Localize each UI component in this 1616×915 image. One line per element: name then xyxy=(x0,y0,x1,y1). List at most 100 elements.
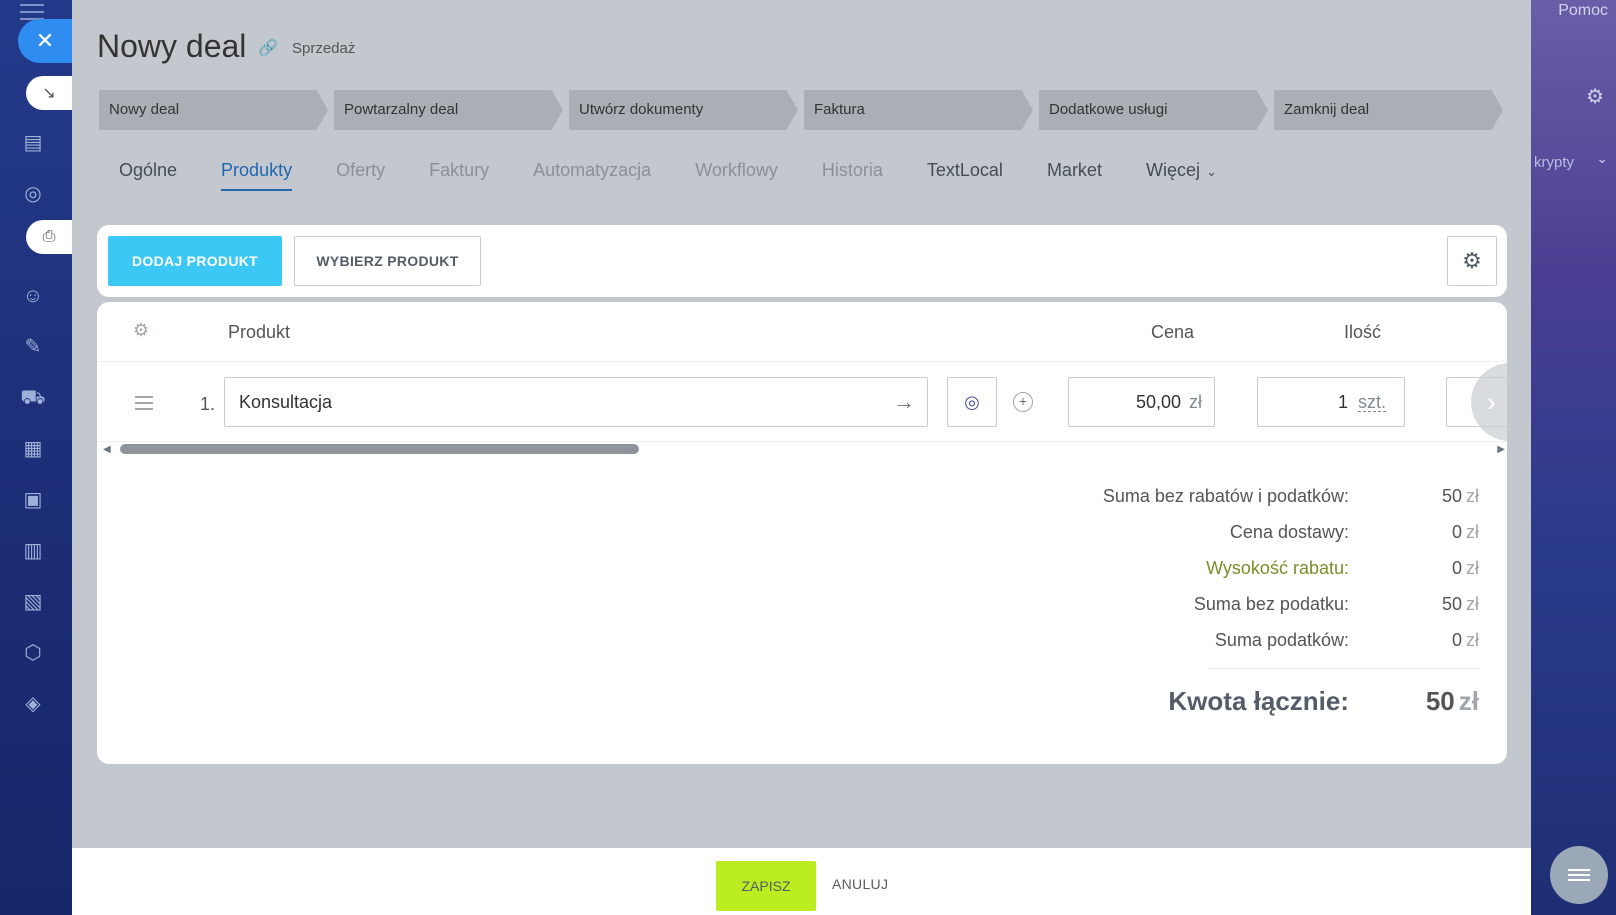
target-icon[interactable]: ◎ xyxy=(20,181,46,207)
subtotal-value: 50 xyxy=(1441,485,1462,506)
chevron-down-icon[interactable]: ⌄ xyxy=(1596,150,1608,167)
stage-new-deal[interactable]: Nowy deal xyxy=(99,90,328,130)
total-label: Kwota łącznie: xyxy=(1168,685,1349,716)
stage-invoice[interactable]: Faktura xyxy=(804,90,1033,130)
currency: zł xyxy=(1466,485,1479,506)
quantity-input[interactable]: 1 szt. xyxy=(1257,377,1405,427)
totals-divider xyxy=(1209,668,1479,669)
columns-settings-icon[interactable]: ⚙ xyxy=(133,320,149,341)
price-value: 50,00 xyxy=(1135,392,1181,412)
without-tax-line: Suma bez podatku: 50 zł xyxy=(1059,586,1479,622)
print-button[interactable]: ⎙ xyxy=(26,220,72,254)
scroll-right-button[interactable]: › xyxy=(1471,362,1507,442)
currency: zł xyxy=(1466,629,1479,650)
robot-icon[interactable]: ☺ xyxy=(20,283,46,309)
stage-create-documents[interactable]: Utwórz dokumenty xyxy=(569,90,798,130)
tab-quotes[interactable]: Oferty xyxy=(336,160,385,191)
add-variant-button[interactable]: + xyxy=(1013,392,1033,412)
unit-selector[interactable]: szt. xyxy=(1357,393,1386,412)
document-icon[interactable]: ▧ xyxy=(20,589,46,615)
tab-workflows[interactable]: Workflowy xyxy=(695,160,778,191)
chevron-down-icon: ⌄ xyxy=(1205,164,1217,179)
product-name-value: Konsultacja xyxy=(239,392,333,412)
choose-product-button[interactable]: WYBIERZ PRODUKT xyxy=(294,236,481,286)
printer-icon: ⎙ xyxy=(42,228,56,245)
scripts-partial-label[interactable]: krypty xyxy=(1534,154,1574,171)
toolbar-settings-button[interactable]: ⚙ xyxy=(1447,236,1497,286)
tab-automation[interactable]: Automatyzacja xyxy=(533,160,651,191)
hexagon-icon[interactable]: ⬡ xyxy=(20,640,46,666)
stage-close-deal[interactable]: Zamknij deal xyxy=(1274,90,1503,130)
tab-general[interactable]: Ogólne xyxy=(119,160,177,191)
arrow-down-right-icon: ↘ xyxy=(42,85,56,102)
deal-slider: Nowy deal 🔗 Sprzedaż Nowy deal Powtarzal… xyxy=(72,0,1531,915)
scroll-left-arrow-icon[interactable]: ◀ xyxy=(103,444,111,455)
tab-more[interactable]: Więcej ⌄ xyxy=(1146,160,1217,191)
discount-label: Wysokość rabatu: xyxy=(1206,557,1349,578)
stage-bar: Nowy deal Powtarzalny deal Utwórz dokume… xyxy=(99,90,1509,130)
tab-more-label: Więcej xyxy=(1145,160,1200,180)
store-icon[interactable]: ▦ xyxy=(20,436,46,462)
price-input[interactable]: 50,00 zł xyxy=(1068,377,1215,427)
total-line: Kwota łącznie: 50 zł xyxy=(1059,679,1479,723)
help-link[interactable]: Pomoc xyxy=(1558,2,1608,20)
box-icon[interactable]: ◈ xyxy=(20,691,46,717)
totals-summary: Suma bez rabatów i podatków: 50 zł Cena d… xyxy=(1059,478,1479,723)
horizontal-scrollbar[interactable]: ◀ ▶ xyxy=(97,442,1507,456)
minimize-slider-button[interactable]: ↘ xyxy=(26,76,72,110)
subtotal-line: Suma bez rabatów i podatków: 50 zł xyxy=(1059,478,1479,514)
delivery-line: Cena dostawy: 0 zł xyxy=(1059,514,1479,550)
tax-line: Suma podatków: 0 zł xyxy=(1059,622,1479,658)
discount-value: 0 xyxy=(1451,557,1462,578)
calendar-icon[interactable]: ▣ xyxy=(20,487,46,513)
settings-icon[interactable]: ⚙ xyxy=(1586,84,1604,109)
close-icon: ✕ xyxy=(35,28,55,53)
cancel-button[interactable]: ANULUJ xyxy=(832,876,888,892)
total-value: 50 xyxy=(1425,685,1455,716)
tab-history[interactable]: Historia xyxy=(822,160,883,191)
menu-icon[interactable] xyxy=(20,4,44,20)
pipeline-label[interactable]: Sprzedaż xyxy=(292,40,355,57)
delivery-label: Cena dostawy: xyxy=(1229,521,1349,542)
close-slider-button[interactable]: ✕ xyxy=(18,19,72,63)
cards-icon[interactable]: ▤ xyxy=(20,130,46,156)
chat-button[interactable] xyxy=(1550,846,1608,904)
product-image-button[interactable]: ◎ xyxy=(947,377,997,427)
stage-extra-services[interactable]: Dodatkowe usługi xyxy=(1039,90,1268,130)
tab-invoices[interactable]: Faktury xyxy=(429,160,489,191)
arrow-right-icon[interactable]: → xyxy=(893,378,915,426)
link-icon[interactable]: 🔗 xyxy=(258,38,278,58)
table-row: 1. Konsultacja → ◎ + 50,00 zł 1 szt. › xyxy=(97,362,1507,442)
tax-value: 0 xyxy=(1451,629,1462,650)
without-tax-value: 50 xyxy=(1441,593,1462,614)
column-product: Produkt xyxy=(228,322,291,342)
table-header: ⚙ Produkt Cena Ilość xyxy=(97,302,1507,362)
background-right: Pomoc ⚙ krypty ⌄ xyxy=(1530,0,1616,915)
drag-handle-icon[interactable] xyxy=(135,396,153,414)
page-title: Nowy deal xyxy=(97,28,247,64)
tax-label: Suma podatków: xyxy=(1214,629,1349,650)
tab-textlocal[interactable]: TextLocal xyxy=(927,160,1003,191)
list-icon xyxy=(1568,866,1590,884)
stage-repeat-deal[interactable]: Powtarzalny deal xyxy=(334,90,563,130)
currency: zł xyxy=(1466,593,1479,614)
subtotal-label: Suma bez rabatów i podatków: xyxy=(1102,485,1349,506)
save-button[interactable]: ZAPISZ xyxy=(716,861,816,911)
column-price: Cena xyxy=(1151,322,1195,342)
footer-bar: ZAPISZ ANULUJ xyxy=(72,848,1531,915)
tab-market[interactable]: Market xyxy=(1047,160,1102,191)
currency: zł xyxy=(1466,521,1479,542)
add-product-button[interactable]: DODAJ PRODUKT xyxy=(108,236,282,286)
cart-icon[interactable]: ⛟ xyxy=(20,385,46,411)
tab-products[interactable]: Produkty xyxy=(221,160,293,191)
pen-icon[interactable]: ✎ xyxy=(20,334,46,360)
image-icon: ◎ xyxy=(964,391,980,412)
price-currency: zł xyxy=(1189,392,1202,412)
product-name-input[interactable]: Konsultacja → xyxy=(224,377,928,427)
currency: zł xyxy=(1458,685,1479,716)
discount-line: Wysokość rabatu: 0 zł xyxy=(1059,550,1479,586)
analytics-icon[interactable]: ▥ xyxy=(20,538,46,564)
scroll-right-arrow-icon[interactable]: ▶ xyxy=(1497,444,1505,455)
scrollbar-thumb[interactable] xyxy=(120,444,639,454)
row-number: 1. xyxy=(200,394,216,414)
